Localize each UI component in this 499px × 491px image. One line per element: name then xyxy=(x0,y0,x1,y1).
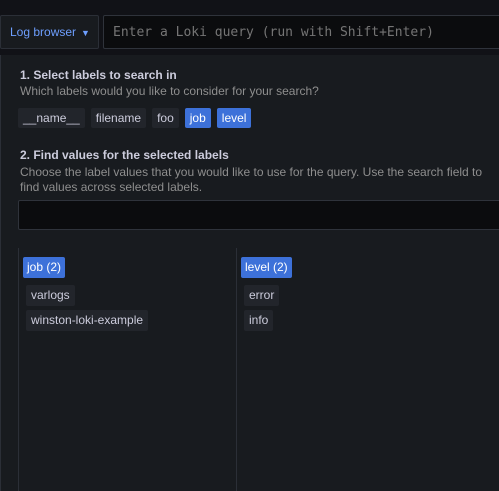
label-chip-job[interactable]: job xyxy=(184,108,211,128)
step1-description: Which labels would you like to consider … xyxy=(20,84,319,98)
values-column-job: job (2) varlogs winston-loki-example xyxy=(18,248,236,491)
values-list-job: varlogs winston-loki-example xyxy=(26,285,149,335)
step2-description-line2: find values across selected labels. xyxy=(20,180,203,194)
label-chip-foo[interactable]: foo xyxy=(152,108,179,128)
label-selector: __name__ filename foo job level xyxy=(18,108,257,128)
value-chip-varlogs[interactable]: varlogs xyxy=(26,285,75,306)
log-browser-button[interactable]: Log browser ▼ xyxy=(0,15,99,49)
step2-description-line1: Choose the label values that you would l… xyxy=(20,165,483,179)
value-chip-winston-loki-example[interactable]: winston-loki-example xyxy=(26,310,149,331)
query-row: Log browser ▼ xyxy=(0,15,499,49)
value-chip-info[interactable]: info xyxy=(244,310,274,331)
column-header-job[interactable]: job (2) xyxy=(23,257,66,278)
chevron-down-icon: ▼ xyxy=(81,27,90,38)
label-browser-panel: 1. Select labels to search in Which labe… xyxy=(0,55,499,491)
loki-query-editor: Log browser ▼ 1. Select labels to search… xyxy=(0,0,499,491)
label-chip-name[interactable]: __name__ xyxy=(18,108,85,128)
step2-title: 2. Find values for the selected labels xyxy=(20,148,229,162)
step1-title: 1. Select labels to search in xyxy=(20,68,177,82)
values-column-level: level (2) error info xyxy=(236,248,499,491)
label-chip-level[interactable]: level xyxy=(216,108,252,128)
values-list-level: error info xyxy=(244,285,280,335)
label-chip-filename[interactable]: filename xyxy=(90,108,147,128)
log-browser-label: Log browser xyxy=(10,25,77,39)
loki-query-input[interactable] xyxy=(103,15,499,49)
column-header-level[interactable]: level (2) xyxy=(241,257,292,278)
value-chip-error[interactable]: error xyxy=(244,285,280,306)
label-values-search-input[interactable] xyxy=(18,200,499,230)
